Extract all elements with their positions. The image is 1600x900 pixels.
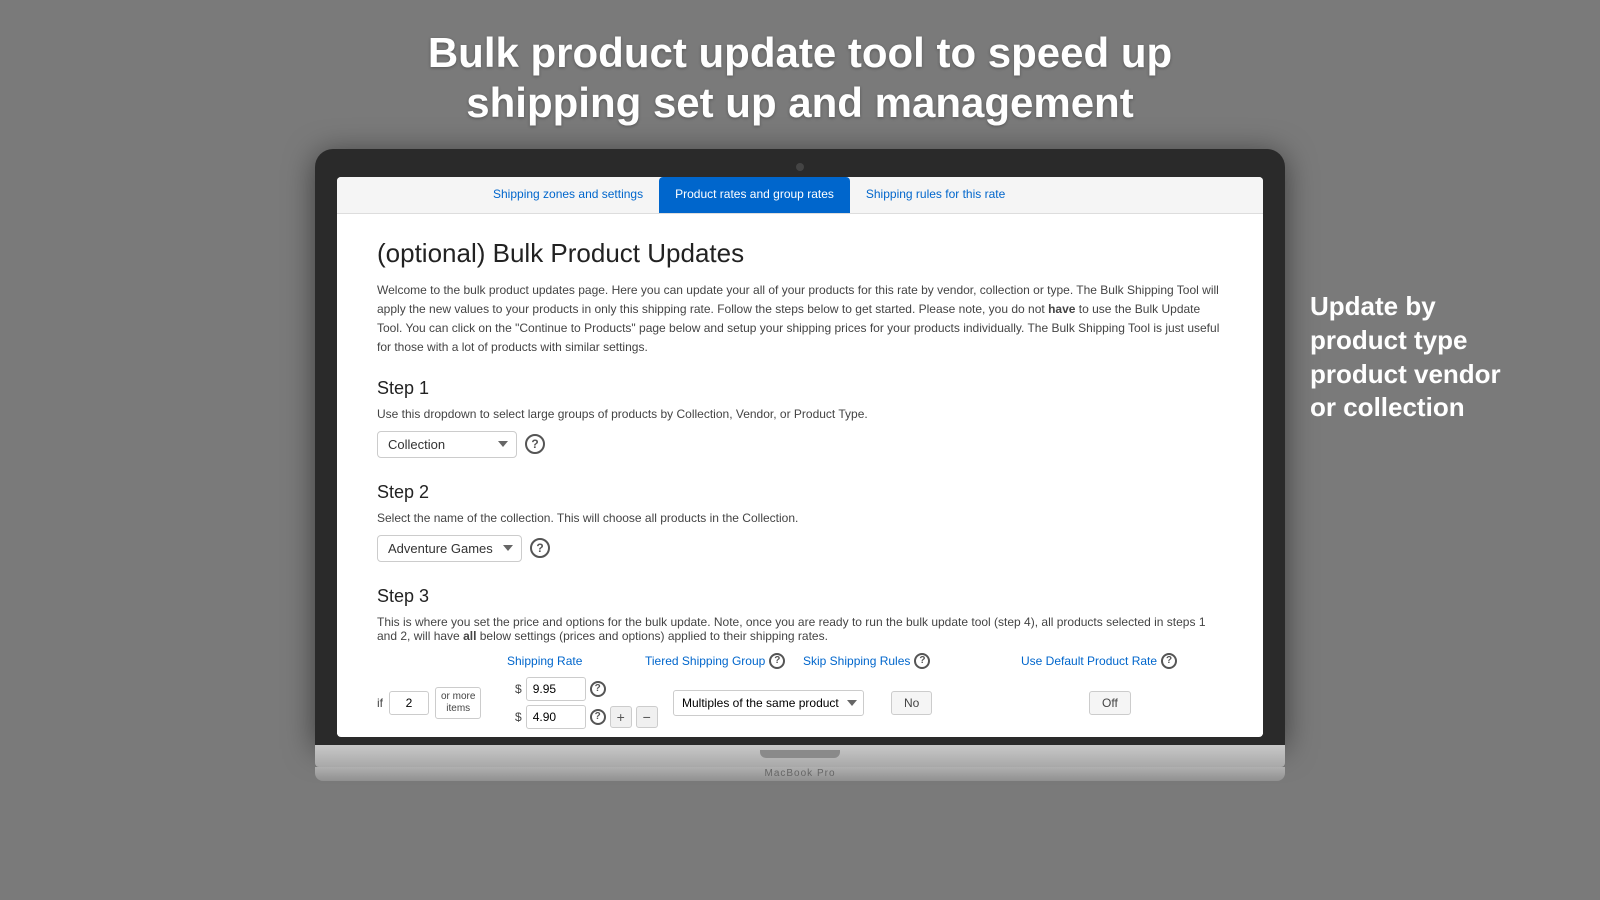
camera-dot (796, 163, 804, 171)
price-input-1[interactable] (526, 677, 586, 701)
hero-title: Bulk product update tool to speed up shi… (0, 0, 1600, 149)
tab-shipping-rules[interactable]: Shipping rules for this rate (850, 177, 1021, 213)
tiered-group-dropdown[interactable]: Multiples of the same product All produc… (673, 690, 864, 716)
tab-product-rates[interactable]: Product rates and group rates (659, 177, 850, 213)
tiered-help-icon[interactable]: ? (769, 653, 785, 669)
skip-rules-toggle[interactable]: No (891, 691, 932, 715)
tab-bar: Shipping zones and settings Product rate… (337, 177, 1263, 214)
step1-section: Step 1 Use this dropdown to select large… (377, 378, 1223, 458)
default-help-icon[interactable]: ? (1161, 653, 1177, 669)
screen-bezel: Shipping zones and settings Product rate… (315, 149, 1285, 745)
if-label-text: if (377, 696, 383, 710)
skip-help-icon[interactable]: ? (914, 653, 930, 669)
step3-desc: This is where you set the price and opti… (377, 615, 1223, 643)
use-default-toggle[interactable]: Off (1089, 691, 1131, 715)
tab-shipping-zones[interactable]: Shipping zones and settings (477, 177, 659, 213)
price-cell: $ ? $ ? + − (515, 677, 665, 729)
price-row-1: $ ? (515, 677, 665, 701)
step1-heading: Step 1 (377, 378, 1223, 399)
qty-input[interactable] (389, 691, 429, 715)
step1-dropdown[interactable]: Collection Vendor Product Type (377, 431, 517, 458)
laptop: Shipping zones and settings Product rate… (315, 149, 1285, 781)
use-default-cell: Off (1089, 691, 1249, 715)
price-row-2: $ ? + − (515, 705, 665, 729)
step3-heading: Step 3 (377, 586, 1223, 607)
laptop-notch (760, 750, 840, 758)
col-skip: Skip Shipping Rules ? (803, 653, 1013, 669)
laptop-base (315, 745, 1285, 767)
col-shipping-rate: Shipping Rate (507, 653, 637, 669)
tiered-group-cell: Multiples of the same product All produc… (673, 690, 883, 716)
laptop-container: Shipping zones and settings Product rate… (0, 149, 1600, 781)
price-input-2[interactable] (526, 705, 586, 729)
page-title: (optional) Bulk Product Updates (377, 238, 1223, 269)
step2-dropdown[interactable]: Adventure Games Board Games Card Games (377, 535, 522, 562)
step2-section: Step 2 Select the name of the collection… (377, 482, 1223, 562)
col-default: Use Default Product Rate ? (1021, 653, 1211, 669)
add-price-row-button[interactable]: + (610, 706, 632, 728)
step2-heading: Step 2 (377, 482, 1223, 503)
content-area: (optional) Bulk Product Updates Welcome … (337, 214, 1263, 734)
step1-desc: Use this dropdown to select large groups… (377, 407, 1223, 421)
skip-rules-cell: No (891, 691, 1081, 715)
screen: Shipping zones and settings Product rate… (337, 177, 1263, 737)
step3-section: Step 3 This is where you set the price a… (377, 586, 1223, 729)
step1-help-icon[interactable]: ? (525, 434, 545, 454)
price1-help-icon[interactable]: ? (590, 681, 606, 697)
price2-help-icon[interactable]: ? (590, 709, 606, 725)
remove-price-row-button[interactable]: − (636, 706, 658, 728)
step2-dropdown-row: Adventure Games Board Games Card Games ? (377, 535, 1223, 562)
laptop-foot: MacBook Pro (315, 767, 1285, 781)
if-qty-cell: if or moreitems (377, 687, 507, 719)
or-more-button[interactable]: or moreitems (435, 687, 481, 719)
step2-desc: Select the name of the collection. This … (377, 511, 1223, 525)
col-tiered: Tiered Shipping Group ? (645, 653, 795, 669)
step1-dropdown-row: Collection Vendor Product Type ? (377, 431, 1223, 458)
step2-help-icon[interactable]: ? (530, 538, 550, 558)
intro-text: Welcome to the bulk product updates page… (377, 281, 1223, 358)
